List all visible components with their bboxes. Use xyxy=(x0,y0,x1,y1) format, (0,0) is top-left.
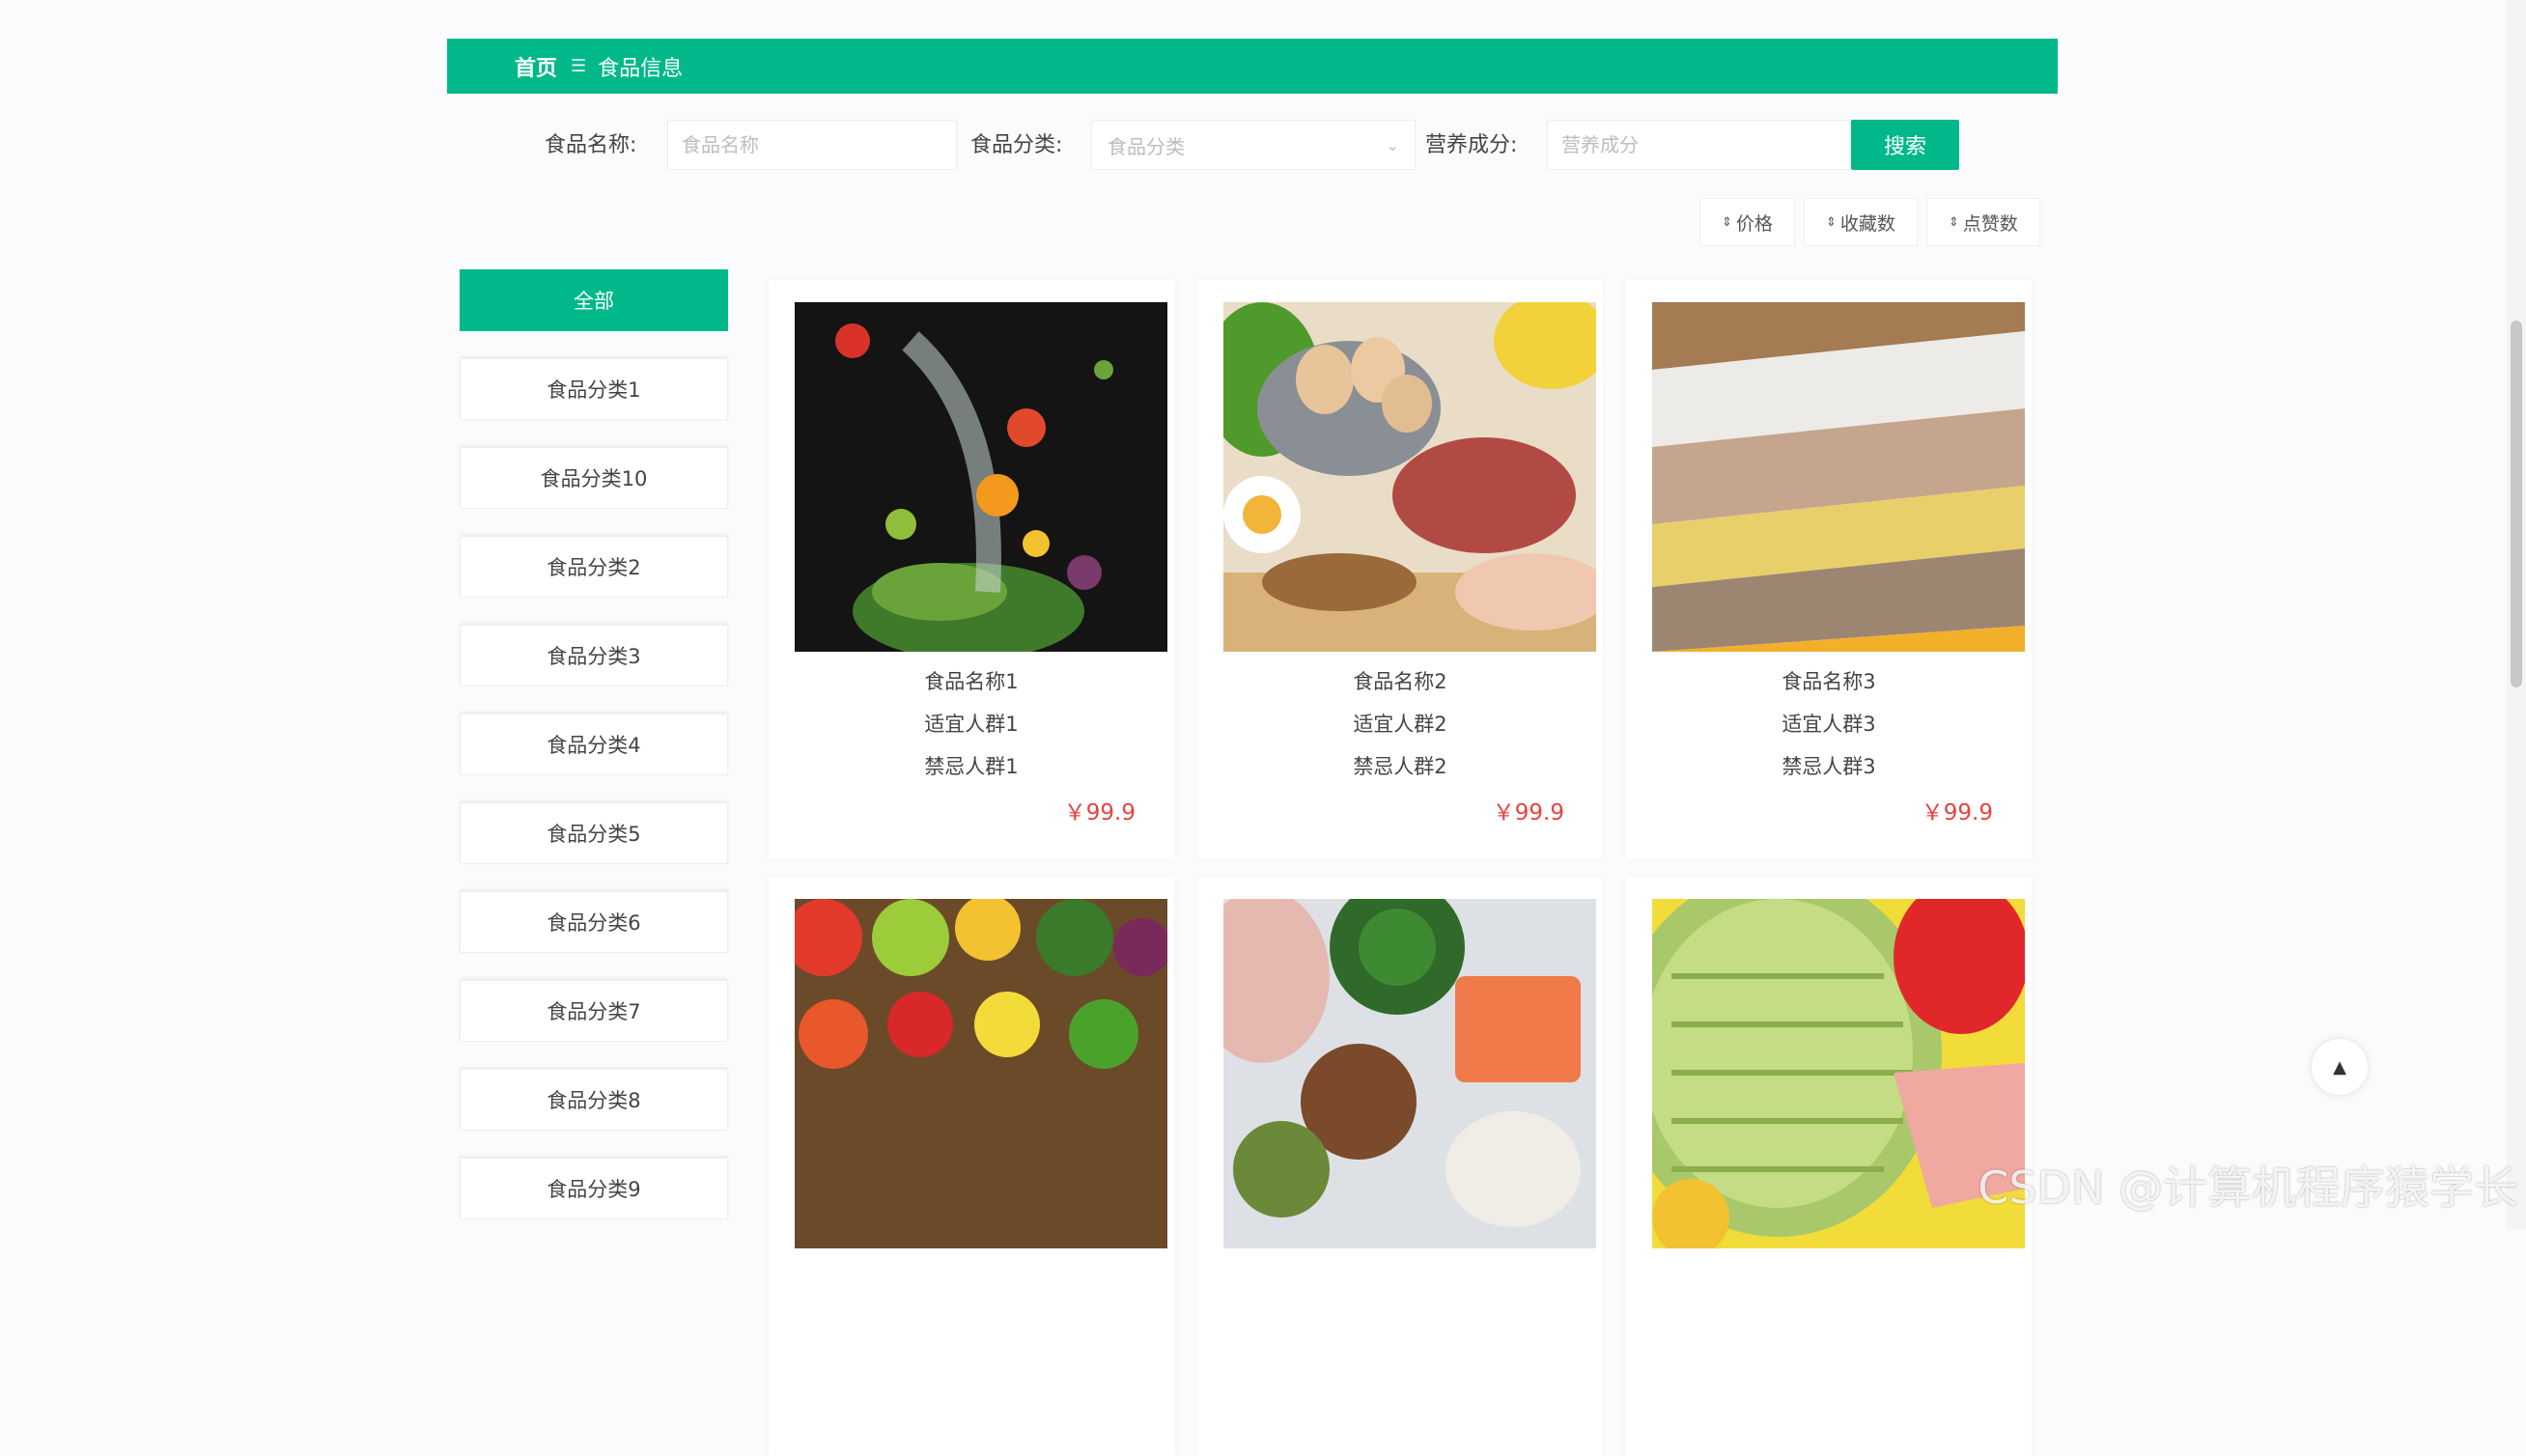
product-name[interactable]: 食品名称3 xyxy=(1626,666,2032,695)
sort-price-label: 价格 xyxy=(1735,212,1773,235)
product-card[interactable]: 食品名称2 适宜人群2 禁忌人群2 ￥99.9 xyxy=(1197,280,1603,859)
product-price: ￥99.9 xyxy=(1063,800,1136,826)
breadcrumb: 首页 ☰ 食品信息 xyxy=(447,39,2058,94)
sort-likes-label: 点赞数 xyxy=(1962,212,2018,235)
product-image-grains[interactable] xyxy=(1652,302,2025,652)
food-category-label: 食品分类: xyxy=(970,133,1063,157)
product-suitable: 适宜人群1 xyxy=(924,713,1019,736)
breadcrumb-home-link[interactable]: 首页 xyxy=(515,51,557,82)
chevron-down-icon: ⌄ xyxy=(1386,135,1399,154)
product-taboo: 禁忌人群2 xyxy=(1353,755,1447,778)
watermark: CSDN @计算机程序猿学长 xyxy=(1978,1162,2518,1214)
sort-favorites-button[interactable]: ⇕ 收藏数 xyxy=(1803,198,1918,246)
scrollbar-thumb[interactable] xyxy=(2511,321,2522,687)
nutrition-input[interactable] xyxy=(1547,120,1851,170)
back-to-top-button[interactable]: ▲ xyxy=(2312,1039,2368,1095)
category-item[interactable]: 食品分类2 xyxy=(460,536,728,598)
product-name[interactable]: 食品名称1 xyxy=(769,666,1174,695)
sort-likes-button[interactable]: ⇕ 点赞数 xyxy=(1925,198,2040,246)
product-image-salad[interactable] xyxy=(795,302,1167,652)
sort-arrows-icon: ⇕ xyxy=(1948,214,1959,230)
category-item[interactable]: 食品分类1 xyxy=(460,358,728,420)
sort-arrows-icon: ⇕ xyxy=(1722,214,1732,230)
product-image-eggs-meat[interactable] xyxy=(1223,302,1596,652)
sort-bar: ⇕ 价格 ⇕ 收藏数 ⇕ 点赞数 xyxy=(1699,198,2040,246)
category-item[interactable]: 食品分类5 xyxy=(460,802,728,864)
food-category-placeholder: 食品分类 xyxy=(1108,134,1185,158)
menu-icon: ☰ xyxy=(571,56,587,76)
page-container: 首页 ☰ 食品信息 食品名称: 食品分类: 食品分类 ⌄ 营养成分: 搜索 ⇕ … xyxy=(447,0,2058,1456)
product-suitable: 适宜人群2 xyxy=(1353,713,1447,736)
nutrition-label: 营养成分: xyxy=(1425,133,1518,157)
product-card[interactable] xyxy=(1626,877,2032,1456)
category-item[interactable]: 食品分类4 xyxy=(460,714,728,775)
category-item[interactable]: 食品分类6 xyxy=(460,891,728,953)
food-name-label: 食品名称: xyxy=(545,133,637,157)
category-all[interactable]: 全部 xyxy=(460,269,728,331)
food-category-select[interactable]: 食品分类 ⌄ xyxy=(1091,120,1416,170)
search-button[interactable]: 搜索 xyxy=(1851,120,1959,170)
category-item[interactable]: 食品分类9 xyxy=(460,1158,728,1219)
category-sidebar: 全部 食品分类1 食品分类10 食品分类2 食品分类3 食品分类4 食品分类5 … xyxy=(460,269,728,1246)
sort-arrows-icon: ⇕ xyxy=(1825,214,1837,230)
product-taboo: 禁忌人群3 xyxy=(1782,755,1876,778)
category-item[interactable]: 食品分类10 xyxy=(460,447,728,509)
product-image-protein[interactable] xyxy=(1223,899,1596,1248)
search-bar: 食品名称: 食品分类: 食品分类 ⌄ 营养成分: 搜索 xyxy=(447,120,2058,172)
food-name-input[interactable] xyxy=(667,120,957,170)
sort-favorites-label: 收藏数 xyxy=(1839,212,1895,235)
product-taboo: 禁忌人群1 xyxy=(924,755,1019,778)
product-image-vegetables[interactable] xyxy=(795,899,1167,1248)
product-price: ￥99.9 xyxy=(1492,800,1564,826)
category-item[interactable]: 食品分类7 xyxy=(460,980,728,1042)
product-card[interactable] xyxy=(1197,877,1603,1456)
category-item[interactable]: 食品分类3 xyxy=(460,625,728,686)
product-card[interactable]: 食品名称3 适宜人群3 禁忌人群3 ￥99.9 xyxy=(1626,280,2032,859)
product-card[interactable] xyxy=(769,877,1174,1456)
breadcrumb-current: 食品信息 xyxy=(598,56,684,81)
product-name[interactable]: 食品名称2 xyxy=(1197,666,1603,695)
product-price: ￥99.9 xyxy=(1921,800,1993,826)
product-suitable: 适宜人群3 xyxy=(1782,713,1876,736)
product-card[interactable]: 食品名称1 适宜人群1 禁忌人群1 ￥99.9 xyxy=(769,280,1174,859)
scrollbar[interactable] xyxy=(2507,0,2526,1230)
product-image-fruit[interactable] xyxy=(1652,899,2025,1248)
category-item[interactable]: 食品分类8 xyxy=(460,1069,728,1131)
sort-price-button[interactable]: ⇕ 价格 xyxy=(1699,198,1795,246)
